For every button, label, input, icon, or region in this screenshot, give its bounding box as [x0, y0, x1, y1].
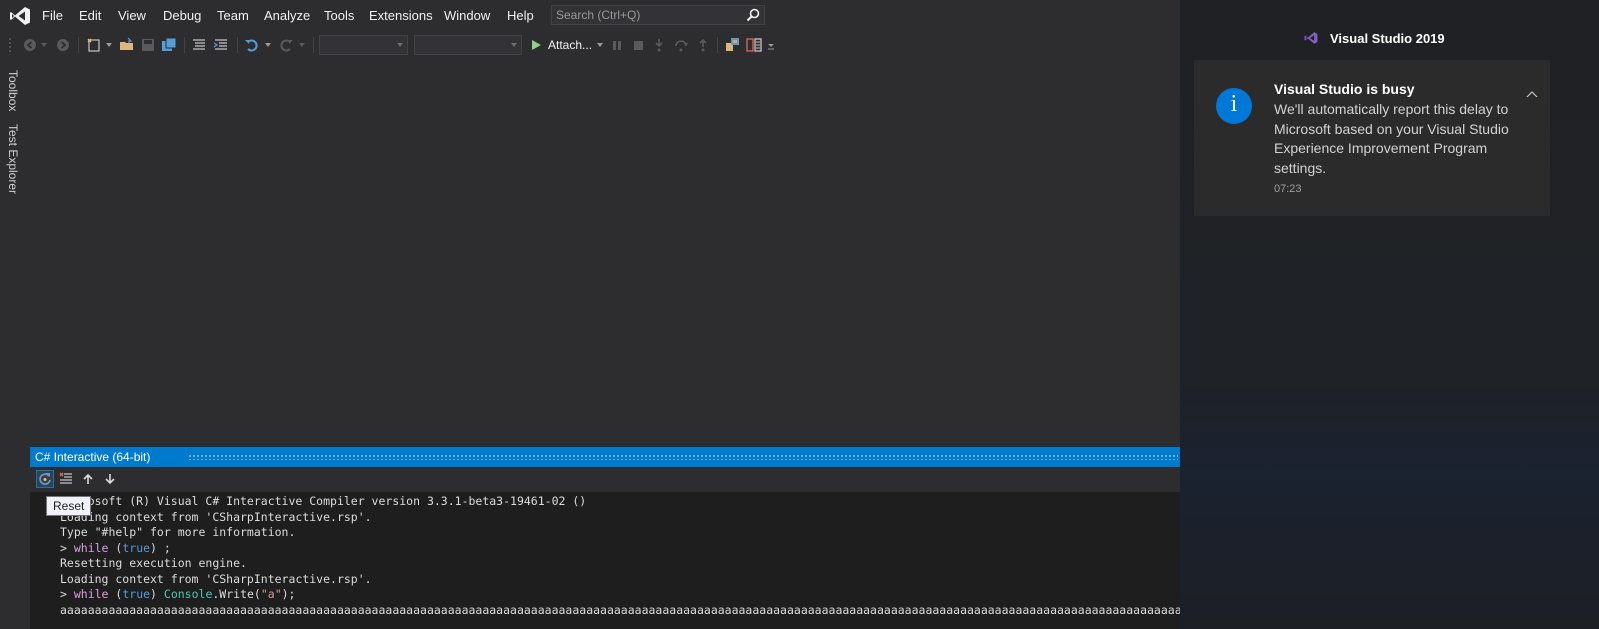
search-box[interactable]	[551, 5, 765, 25]
tab-test-explorer[interactable]: Test Explorer	[6, 124, 20, 194]
code-text: (	[108, 587, 123, 601]
menu-edit[interactable]: Edit	[79, 8, 101, 23]
side-tool-tabs: Toolbox Test Explorer	[0, 62, 22, 202]
new-project-dropdown-arrow-icon[interactable]	[104, 33, 114, 57]
solution-platform-combo[interactable]	[414, 35, 522, 55]
save-all-icon[interactable]	[160, 33, 178, 57]
toolbar-separator	[78, 37, 79, 53]
clear-screen-button[interactable]	[57, 470, 75, 488]
notification-header: Visual Studio 2019	[1180, 30, 1599, 48]
chevron-up-icon[interactable]	[1526, 90, 1538, 98]
comment-lines-icon[interactable]	[190, 33, 208, 57]
interactive-window-title: C# Interactive (64-bit)	[35, 450, 151, 464]
interactive-console-output[interactable]: Microsoft (R) Visual C# Interactive Comp…	[30, 492, 1180, 629]
attach-dropdown-arrow-icon[interactable]	[595, 33, 605, 57]
menu-team[interactable]: Team	[217, 8, 249, 23]
search-icon[interactable]	[746, 8, 760, 22]
redo-icon[interactable]	[277, 33, 295, 57]
solution-configuration-combo[interactable]	[319, 35, 408, 55]
titlebar-grip	[188, 454, 1178, 460]
menu-tools[interactable]: Tools	[324, 8, 354, 23]
menu-extensions[interactable]: Extensions	[369, 8, 433, 23]
reset-button[interactable]	[36, 470, 54, 488]
arrow-up-icon	[83, 473, 93, 484]
clear-screen-icon	[59, 472, 72, 484]
notification-time: 07:23	[1274, 183, 1302, 195]
tab-toolbox[interactable]: Toolbox	[6, 70, 20, 111]
toolbar-separator	[717, 37, 718, 53]
keyword: while	[73, 540, 109, 555]
save-icon[interactable]	[139, 33, 157, 57]
class-name: Console	[163, 587, 213, 601]
code-text: );	[281, 587, 296, 601]
diagnostic-tools-icon[interactable]	[724, 33, 742, 57]
code-text: ) ;	[150, 540, 171, 555]
forward-icon[interactable]	[55, 33, 71, 57]
uncomment-lines-icon[interactable]	[212, 33, 230, 57]
interactive-toolbar	[30, 467, 1180, 492]
history-next-button[interactable]	[101, 470, 119, 488]
menu-help[interactable]: Help	[507, 8, 534, 23]
toolbar-grip[interactable]	[8, 37, 12, 53]
attach-button-label[interactable]: Attach...	[548, 38, 592, 52]
visual-studio-logo-icon	[10, 7, 30, 25]
prompt: >	[60, 540, 74, 555]
console-line: Type "#help" for more information.	[60, 525, 296, 539]
console-input-line: > while (true) ;	[60, 541, 171, 555]
toolbar-separator	[313, 37, 314, 53]
code-text: )	[150, 587, 164, 601]
console-line: Resetting execution engine.	[60, 556, 247, 570]
interactive-window-titlebar[interactable]: C# Interactive (64-bit)	[30, 447, 1180, 467]
step-out-icon[interactable]	[695, 33, 711, 57]
start-debugging-icon[interactable]	[529, 33, 543, 57]
notification-app-name: Visual Studio 2019	[1330, 31, 1445, 46]
arrow-down-icon	[105, 474, 115, 485]
prompt: >	[60, 587, 74, 601]
keyword: true	[122, 587, 151, 601]
open-file-icon[interactable]	[118, 33, 136, 57]
notification-title: Visual Studio is busy	[1274, 81, 1415, 97]
menu-analyze[interactable]: Analyze	[264, 8, 310, 23]
back-icon[interactable]	[22, 33, 38, 57]
chevron-down-icon	[511, 43, 517, 47]
break-all-icon[interactable]	[609, 33, 625, 57]
history-previous-button[interactable]	[79, 470, 97, 488]
menu-window[interactable]: Window	[444, 8, 490, 23]
console-input-line: > while (true) Console.Write("a");	[60, 587, 295, 601]
visual-studio-logo-icon	[1304, 32, 1318, 44]
code-text: .Write(	[212, 587, 261, 601]
layout-icon[interactable]	[745, 33, 763, 57]
toolbar-separator	[184, 37, 185, 53]
notification-card[interactable]: i Visual Studio is busy We'll automatica…	[1194, 60, 1550, 216]
step-into-icon[interactable]	[651, 33, 667, 57]
console-line: Microsoft (R) Visual C# Interactive Comp…	[60, 494, 587, 508]
string-literal: "a"	[260, 587, 282, 601]
code-text: (	[108, 540, 123, 555]
toolbar-separator	[237, 37, 238, 53]
undo-icon[interactable]	[243, 33, 261, 57]
console-line: Loading context from 'CSharpInteractive.…	[60, 571, 372, 586]
step-over-icon[interactable]	[673, 33, 689, 57]
chevron-down-icon	[397, 43, 403, 47]
menu-file[interactable]: File	[42, 8, 63, 23]
redo-dropdown-arrow-icon[interactable]	[297, 33, 307, 57]
undo-dropdown-arrow-icon[interactable]	[263, 33, 273, 57]
notification-pane: Visual Studio 2019 i Visual Studio is bu…	[1180, 0, 1599, 629]
reset-tooltip: Reset	[46, 496, 92, 516]
keyword: while	[73, 587, 109, 601]
stop-debugging-icon[interactable]	[630, 33, 646, 57]
menu-view[interactable]: View	[118, 8, 146, 23]
notification-body: We'll automatically report this delay to…	[1274, 101, 1509, 176]
menu-debug[interactable]: Debug	[163, 8, 201, 23]
search-input[interactable]	[556, 7, 742, 23]
reset-icon	[39, 473, 51, 485]
console-line: Loading context from 'CSharpInteractive.…	[60, 509, 372, 524]
console-line: aaaaaaaaaaaaaaaaaaaaaaaaaaaaaaaaaaaaaaaa…	[60, 602, 1180, 617]
toolbar-options-icon[interactable]	[766, 33, 776, 57]
info-icon: i	[1216, 88, 1252, 124]
back-dropdown-arrow-icon[interactable]	[39, 33, 49, 57]
new-project-icon[interactable]	[85, 33, 103, 57]
keyword: true	[122, 540, 151, 555]
menu-bar: File Edit View Debug Team Analyze Tools …	[0, 0, 1180, 31]
